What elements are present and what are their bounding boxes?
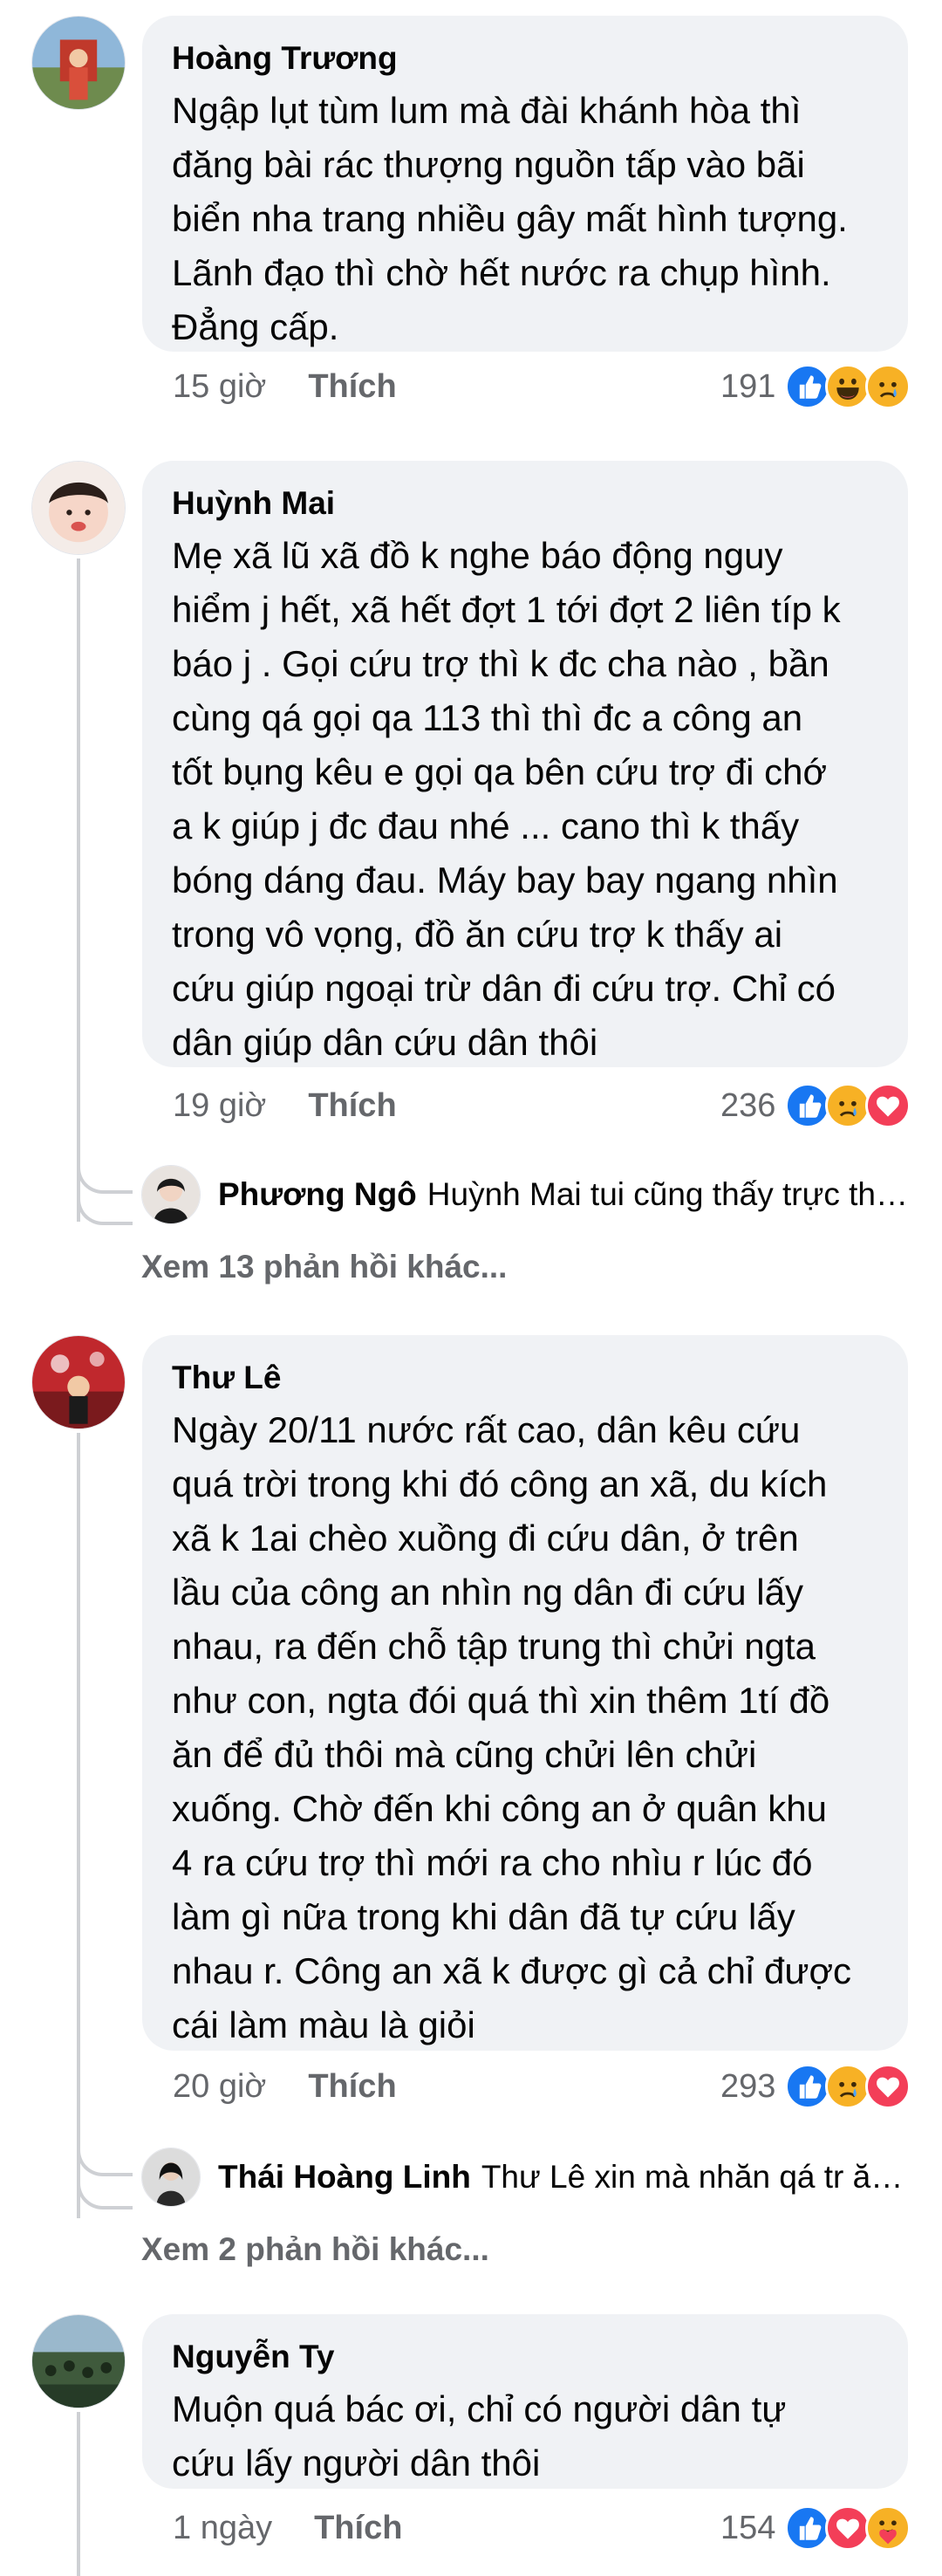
reaction-count[interactable]: 293 (720, 2063, 775, 2110)
like-button[interactable]: Thích (308, 368, 396, 405)
reply-preview[interactable]: Thái Hoàng Linh Thư Lê xin mà nhăn qá tr… (218, 2147, 916, 2208)
comment-time[interactable]: 1 ngày (173, 2510, 272, 2546)
thread-line (77, 2412, 80, 2576)
love-icon (865, 1083, 911, 1128)
sad-icon (825, 2064, 870, 2109)
comment-author[interactable]: Huỳnh Mai (172, 482, 878, 525)
like-button[interactable]: Thích (314, 2510, 402, 2546)
reply-author[interactable]: Phương Ngô (218, 1176, 417, 1213)
sad-icon (865, 364, 911, 409)
reaction-icons[interactable] (785, 2063, 911, 2110)
comment-bubble: Nguyễn Ty Muộn quá bác ơi, chỉ có người … (142, 2314, 908, 2489)
comment-meta: 20 giờ Thích (173, 2063, 397, 2110)
reply-text: Thư Lê xin mà nhăn qá tr ăn,... (481, 2159, 916, 2195)
comment-meta: 1 ngày Thích (173, 2504, 402, 2552)
comment-text: Muộn quá bác ơi, chỉ có người dân tự cứu… (172, 2388, 787, 2484)
avatar[interactable] (31, 1335, 126, 1429)
thread-connector (77, 1187, 133, 1225)
comment-text: Mẹ xã lũ xã đồ k nghe báo động nguy hiểm… (172, 535, 841, 1063)
comment-bubble: Hoàng Trương Ngập lụt tùm lum mà đài khá… (142, 16, 908, 352)
comment-author[interactable]: Thư Lê (172, 1356, 878, 1400)
avatar[interactable] (31, 16, 126, 110)
thread-connector (77, 2134, 133, 2176)
like-icon (785, 364, 830, 409)
view-more-replies[interactable]: Xem 2 phản hồi khác... (141, 2228, 489, 2271)
care-icon (865, 2505, 911, 2551)
thread-connector (77, 2171, 133, 2209)
comment-author[interactable]: Hoàng Trương (172, 37, 878, 80)
view-more-replies[interactable]: Xem 13 phản hồi khác... (141, 1245, 507, 1289)
love-icon (865, 2064, 911, 2109)
thread-line (77, 558, 80, 1222)
comment-text: Ngày 20/11 nước rất cao, dân kêu cứu quá… (172, 1409, 852, 2045)
haha-icon (825, 364, 870, 409)
comment-meta: 15 giờ Thích (173, 363, 397, 410)
reaction-count[interactable]: 154 (720, 2504, 775, 2552)
like-icon (785, 2064, 830, 2109)
reaction-icons[interactable] (785, 2504, 911, 2552)
reaction-icons[interactable] (785, 363, 911, 410)
reaction-icons[interactable] (785, 1082, 911, 1129)
avatar[interactable] (31, 2314, 126, 2408)
comment-time[interactable]: 20 giờ (173, 2068, 266, 2105)
comment-bubble: Huỳnh Mai Mẹ xã lũ xã đồ k nghe báo động… (142, 461, 908, 1067)
avatar[interactable] (31, 461, 126, 555)
like-icon (785, 1083, 830, 1128)
reaction-count[interactable]: 191 (720, 363, 775, 410)
sad-icon (825, 1083, 870, 1128)
avatar[interactable] (141, 2148, 201, 2207)
reply-author[interactable]: Thái Hoàng Linh (218, 2159, 471, 2196)
like-button[interactable]: Thích (308, 1087, 396, 1124)
comment-text: Ngập lụt tùm lum mà đài khánh hòa thì đă… (172, 90, 848, 347)
love-icon (825, 2505, 870, 2551)
reply-preview[interactable]: Phương Ngô Huỳnh Mai tui cũng thấy trực … (218, 1164, 916, 1225)
avatar[interactable] (141, 1165, 201, 1224)
like-button[interactable]: Thích (308, 2068, 396, 2105)
comment-time[interactable]: 19 giờ (173, 1087, 266, 1124)
thread-line (77, 1433, 80, 2218)
comment-bubble: Thư Lê Ngày 20/11 nước rất cao, dân kêu … (142, 1335, 908, 2051)
comment-author[interactable]: Nguyễn Ty (172, 2335, 878, 2379)
reply-text: Huỳnh Mai tui cũng thấy trực thă... (427, 1176, 916, 1212)
comment-meta: 19 giờ Thích (173, 1082, 397, 1129)
like-icon (785, 2505, 830, 2551)
comment-time[interactable]: 15 giờ (173, 368, 266, 405)
reaction-count[interactable]: 236 (720, 1082, 775, 1129)
